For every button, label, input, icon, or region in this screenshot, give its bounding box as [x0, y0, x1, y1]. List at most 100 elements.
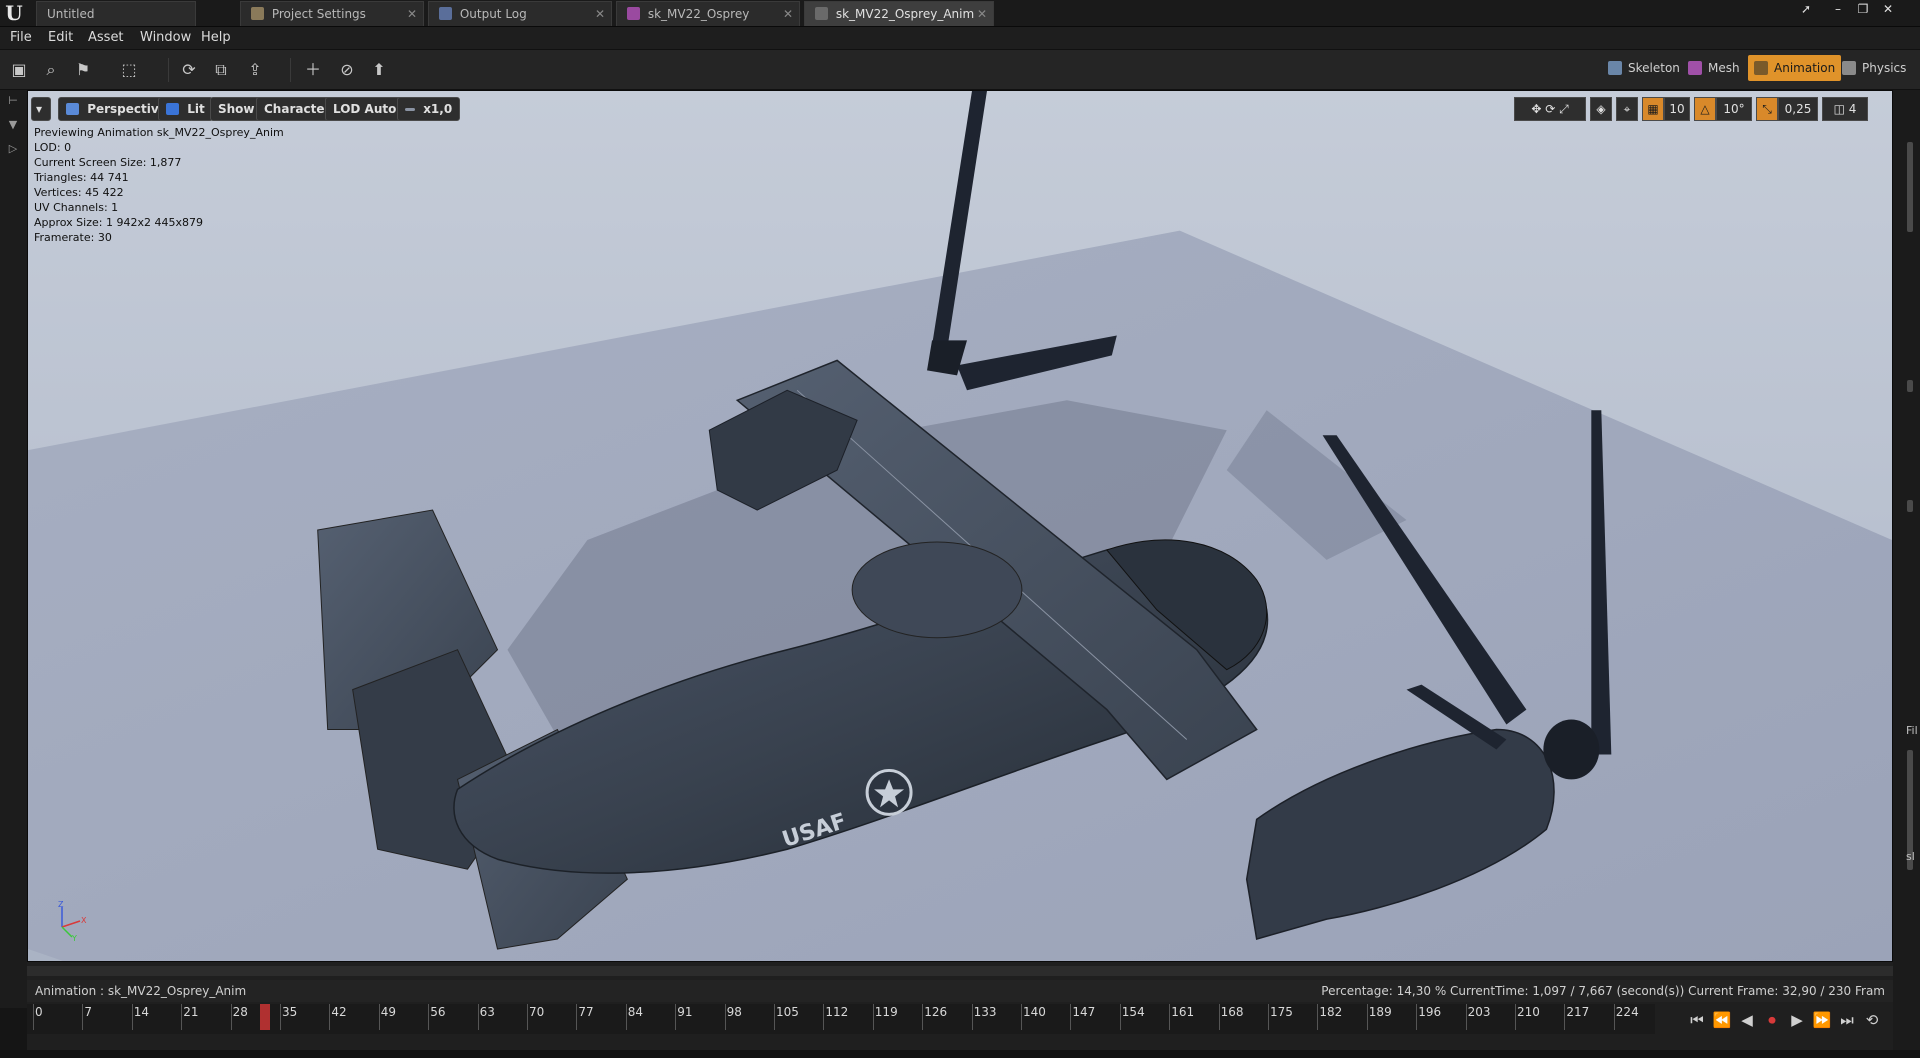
close-icon[interactable]: ✕	[595, 2, 605, 26]
expand-arrow-icon[interactable]: ▷	[6, 142, 20, 156]
animation-asset-icon	[815, 7, 828, 20]
panel-scrollbar[interactable]	[1907, 142, 1913, 232]
timeline-tick-label: 0	[35, 1005, 43, 1019]
lit-label: Lit	[187, 102, 205, 116]
preview-mesh-icon[interactable]: ⟳	[178, 59, 200, 81]
animation-name-label: Animation : sk_MV22_Osprey_Anim	[35, 984, 247, 998]
grid-snap-value[interactable]: 10	[1664, 97, 1690, 121]
make-static-mesh-icon[interactable]: ⧉	[210, 59, 232, 81]
source-control-icon[interactable]: ➚	[1796, 0, 1816, 18]
toolbar-separator	[168, 58, 169, 82]
window-close-icon[interactable]: ✕	[1878, 0, 1898, 18]
reimport-icon[interactable]: ⬚	[118, 59, 140, 81]
perspective-label: Perspective	[87, 102, 167, 116]
menu-asset[interactable]: Asset	[88, 29, 124, 47]
tab-project-settings[interactable]: Project Settings ✕	[240, 1, 424, 26]
animation-viewport[interactable]: USAF ▾ Perspective Lit Show Character LO…	[27, 90, 1893, 962]
record-icon[interactable]: ⬆	[368, 59, 390, 81]
title-bar: U Untitled Project Settings ✕ Output Log…	[0, 0, 1920, 27]
rotation-snap-value[interactable]: 10°	[1716, 97, 1752, 121]
tab-output-log[interactable]: Output Log ✕	[428, 1, 612, 26]
play-icon[interactable]: ▶	[1786, 1009, 1808, 1031]
maximize-icon[interactable]: ❐	[1853, 0, 1873, 18]
grid-snap-icon[interactable]: ▦	[1642, 97, 1664, 121]
menu-help[interactable]: Help	[201, 29, 231, 47]
tab-label: Project Settings	[271, 7, 366, 21]
scale-snap-value[interactable]: 0,25	[1778, 97, 1818, 121]
tab-skeleton-asset[interactable]: sk_MV22_Osprey ✕	[616, 1, 800, 26]
panel-handle[interactable]	[1907, 380, 1913, 392]
save-icon[interactable]: ▣	[8, 59, 30, 81]
record-button-icon[interactable]: ⏺	[1761, 1009, 1783, 1031]
unreal-logo-icon[interactable]: U	[2, 1, 26, 25]
stats-line: Approx Size: 1 942x2 445x879	[34, 216, 203, 229]
mode-animation-button[interactable]: Animation	[1748, 55, 1842, 81]
close-icon[interactable]: ✕	[783, 2, 793, 26]
viewport-options-dropdown[interactable]: ▾	[31, 97, 51, 121]
camera-speed-button[interactable]: ◫ 4	[1822, 97, 1868, 121]
timeline-tick-line	[280, 1004, 281, 1030]
main-toolbar: ▣ ⌕ ⚑ ⬚ ⟳ ⧉ ⇪ ＋ ⊘ ⬆ Skeleton Mesh Animat…	[0, 49, 1920, 90]
tab-animation-asset[interactable]: sk_MV22_Osprey_Anim ✕	[804, 1, 994, 26]
create-asset-icon[interactable]: ⚑	[72, 59, 94, 81]
minimize-icon[interactable]: –	[1828, 0, 1848, 18]
skip-to-start-icon[interactable]: ⏮	[1686, 1009, 1708, 1031]
close-icon[interactable]: ✕	[977, 2, 987, 26]
lod-button[interactable]: LOD Auto	[325, 97, 405, 121]
export-icon[interactable]: ⇪	[244, 59, 266, 81]
timeline-tick-label: 217	[1566, 1005, 1590, 1019]
add-icon[interactable]: ＋	[302, 59, 324, 81]
timeline-tick-line	[1416, 1004, 1418, 1030]
show-button[interactable]: Show	[210, 97, 263, 121]
apply-compression-icon[interactable]: ⊘	[336, 59, 358, 81]
stats-line: UV Channels: 1	[34, 201, 119, 214]
panel-handle[interactable]	[1907, 500, 1913, 512]
unreal-editor-window: U Untitled Project Settings ✕ Output Log…	[0, 0, 1920, 1058]
timeline-tick-label: 49	[380, 1005, 397, 1019]
timeline-tick-label: 119	[874, 1005, 898, 1019]
timeline-tick-label: 168	[1220, 1005, 1244, 1019]
skip-to-end-icon[interactable]: ⏭	[1836, 1009, 1858, 1031]
timeline-tick-label: 224	[1615, 1005, 1639, 1019]
find-in-browser-icon[interactable]: ⌕	[40, 59, 62, 81]
timeline-status-row: Animation : sk_MV22_Osprey_Anim Percenta…	[27, 980, 1893, 1002]
mode-label: Skeleton	[1628, 61, 1680, 75]
notify-track[interactable]	[27, 966, 1893, 976]
timeline-tick-label: 126	[924, 1005, 948, 1019]
playhead-marker[interactable]	[260, 1004, 271, 1030]
tab-label: sk_MV22_Osprey	[647, 7, 750, 21]
timeline-tick-label: 84	[627, 1005, 644, 1019]
timeline-ruler[interactable]: 0 7 14 21 28 35 42 49 56 63 70 77 84 91 98 105 112 119 126…	[27, 1004, 1655, 1034]
panel-pin-icon[interactable]: ⊢	[6, 94, 20, 108]
playback-speed-button[interactable]: x1,0	[397, 97, 461, 121]
mode-mesh-button[interactable]: Mesh	[1682, 55, 1746, 81]
left-panel-strip: ⊢ ▼ ▷	[0, 90, 27, 1008]
rotation-snap-icon[interactable]: △	[1694, 97, 1716, 121]
menu-edit[interactable]: Edit	[48, 29, 73, 47]
step-back-icon[interactable]: ⏪	[1711, 1009, 1733, 1031]
mode-physics-button[interactable]: Physics	[1836, 55, 1912, 81]
step-forward-icon[interactable]: ⏩	[1811, 1009, 1833, 1031]
world-local-icon[interactable]: ◈	[1590, 97, 1612, 121]
lit-button[interactable]: Lit	[158, 97, 213, 121]
character-label: Character	[264, 102, 331, 116]
menu-window[interactable]: Window	[140, 29, 191, 47]
play-reverse-icon[interactable]: ◀	[1736, 1009, 1758, 1031]
animation-icon	[1754, 61, 1768, 75]
timeline-tick-label: 21	[183, 1005, 199, 1019]
close-icon[interactable]: ✕	[407, 2, 417, 26]
surface-snap-icon[interactable]: ⌖	[1616, 97, 1638, 121]
physics-icon	[1842, 61, 1856, 75]
perspective-icon	[66, 103, 79, 115]
timeline-tick-line	[1070, 1004, 1072, 1030]
loop-icon[interactable]: ⟲	[1861, 1009, 1883, 1031]
show-label: Show	[218, 102, 255, 116]
timeline-tick-line	[1021, 1004, 1022, 1030]
tab-untitled[interactable]: Untitled	[36, 1, 196, 26]
scale-snap-icon[interactable]: ⤡	[1756, 97, 1778, 121]
mode-skeleton-button[interactable]: Skeleton	[1602, 55, 1686, 81]
timeline-tick-label: 105	[776, 1005, 799, 1019]
filter-icon[interactable]: ▼	[6, 118, 20, 132]
menu-file[interactable]: File	[10, 29, 32, 47]
transform-tools[interactable]: ✥ ⟳ ⤢	[1514, 97, 1586, 121]
